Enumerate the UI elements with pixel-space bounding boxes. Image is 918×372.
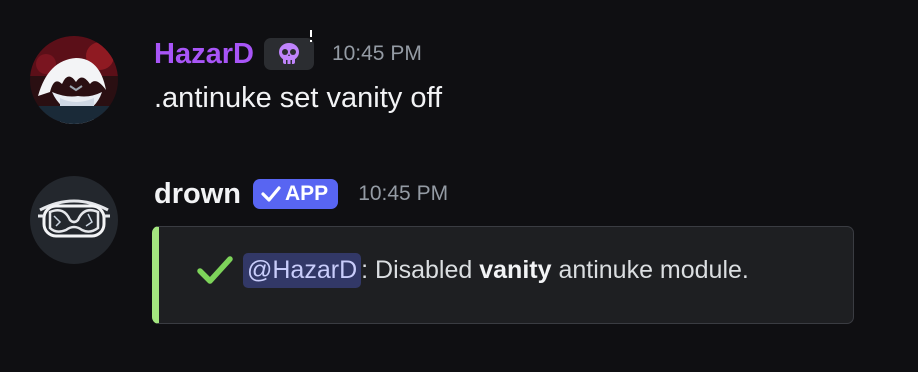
app-badge[interactable]: APP (253, 179, 339, 209)
checkmark-icon (261, 186, 281, 202)
embed-bold-text: vanity (479, 255, 552, 284)
message-content: .antinuke set vanity off (154, 82, 443, 114)
user-mention[interactable]: @HazarD (243, 252, 362, 288)
message-header: drown APP 10:45 PM (154, 174, 448, 214)
chat-area: HazarD 10:45 PM .antinuke set vanity off… (0, 0, 918, 372)
goggles-avatar-image (30, 176, 118, 264)
avatar-image (30, 36, 118, 124)
sparkle-icon (309, 30, 312, 42)
embed: @HazarD : Disabled vanity antinuke modul… (152, 226, 854, 324)
app-badge-label: APP (285, 182, 329, 205)
embed-text-before: : Disabled (361, 255, 480, 284)
embed-description: @HazarD : Disabled vanity antinuke modul… (197, 252, 749, 288)
avatar[interactable] (30, 36, 118, 124)
timestamp[interactable]: 10:45 PM (332, 42, 422, 66)
avatar[interactable] (30, 176, 118, 264)
embed-text-after: antinuke module. (551, 255, 749, 284)
timestamp[interactable]: 10:45 PM (358, 182, 448, 206)
role-icon-badge[interactable] (263, 30, 314, 70)
skull-icon (278, 43, 299, 64)
checkmark-icon (197, 255, 233, 285)
username[interactable]: HazarD (154, 38, 254, 71)
username[interactable]: drown (154, 178, 241, 211)
message-header: HazarD 10:45 PM (154, 30, 422, 74)
